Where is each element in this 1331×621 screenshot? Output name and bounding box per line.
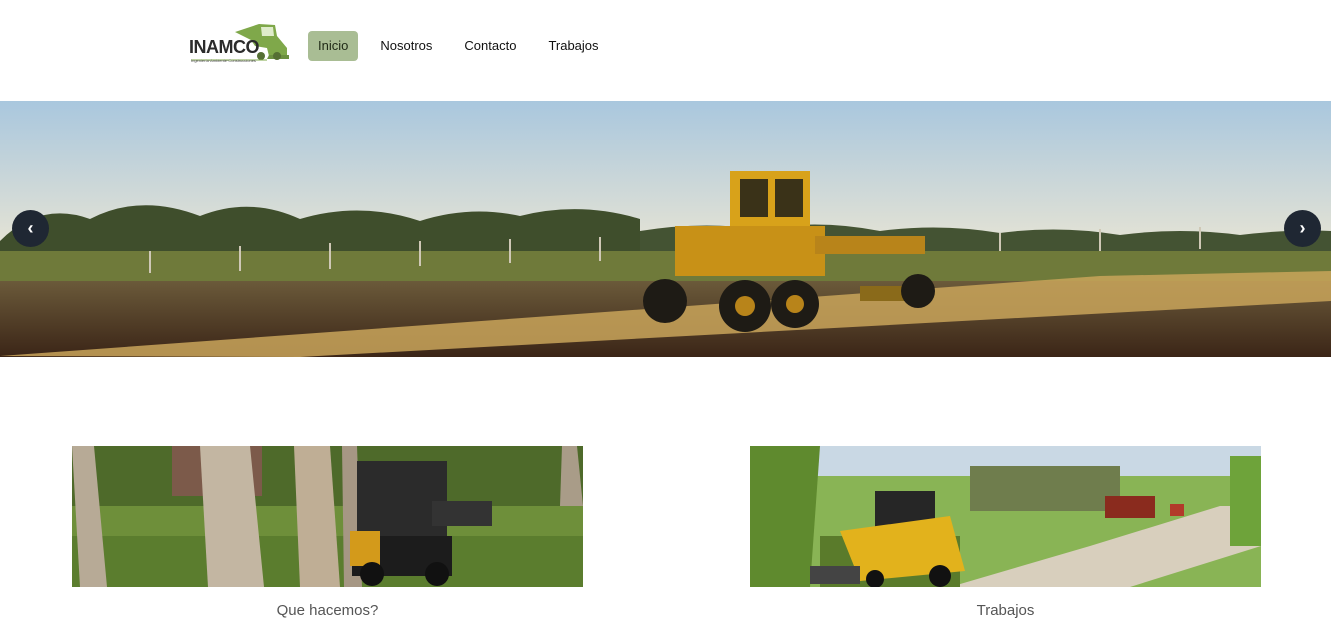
chevron-left-icon: ‹ xyxy=(27,218,34,238)
main-nav: Inicio Nosotros Contacto Trabajos xyxy=(308,31,621,61)
card-title: Que hacemos? xyxy=(276,602,379,619)
nav-trabajos[interactable]: Trabajos xyxy=(538,31,608,61)
card-image xyxy=(750,446,1261,587)
loader-street-photo xyxy=(750,446,1261,587)
card-title: Trabajos xyxy=(976,602,1035,619)
hero-carousel: ‹ › xyxy=(0,101,1331,357)
carousel-prev-button[interactable]: ‹ xyxy=(12,210,49,247)
logo-tagline: Ingeniería·Ambiente·Construcciones xyxy=(191,58,256,63)
chevron-right-icon: › xyxy=(1299,218,1306,238)
nav-contacto[interactable]: Contacto xyxy=(454,31,526,61)
logo-wordmark: INAMCO xyxy=(189,37,260,57)
carousel-next-button[interactable]: › xyxy=(1284,210,1321,247)
card-que-hacemos[interactable]: Que hacemos? xyxy=(72,446,583,621)
site-header: INAMCO Ingeniería·Ambiente·Construccione… xyxy=(0,0,1331,101)
nav-nosotros[interactable]: Nosotros xyxy=(370,31,442,61)
card-image xyxy=(72,446,583,587)
nav-inicio[interactable]: Inicio xyxy=(308,31,359,61)
inamco-logo[interactable]: INAMCO Ingeniería·Ambiente·Construccione… xyxy=(189,22,289,66)
skid-steer-trees-photo xyxy=(72,446,583,587)
card-trabajos[interactable]: Trabajos xyxy=(750,446,1261,621)
motor-grader-photo xyxy=(0,101,1331,357)
